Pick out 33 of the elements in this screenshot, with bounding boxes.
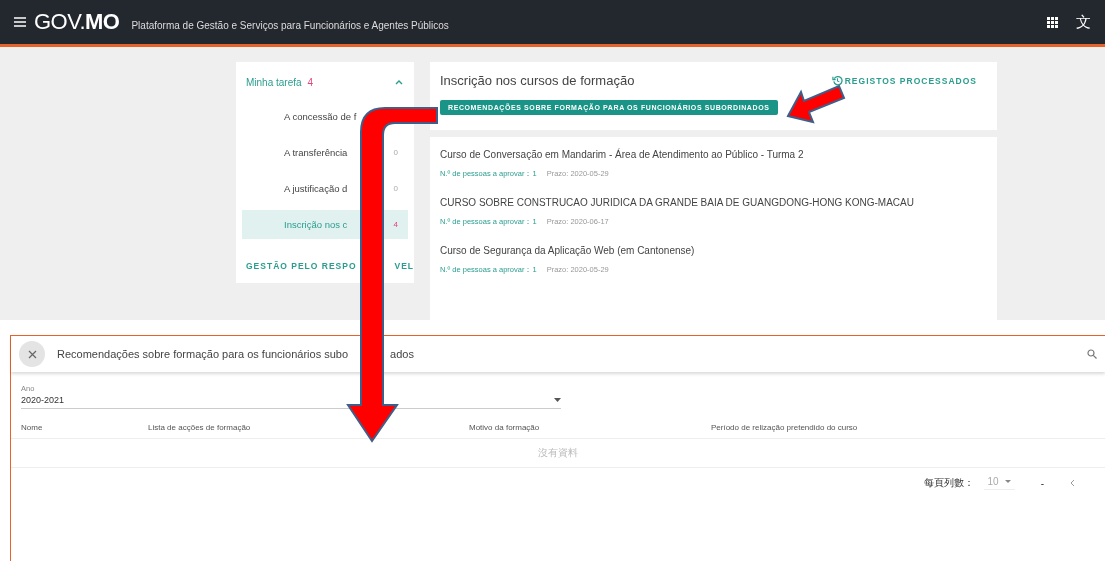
sidebar-item[interactable]: A concessão de f	[284, 111, 357, 122]
logo: GOV.MO	[34, 9, 120, 35]
language-button[interactable]: 文	[1076, 12, 1091, 32]
close-icon	[27, 349, 37, 359]
dropdown-caret-icon	[1004, 480, 1011, 483]
dialog-title: ados	[390, 348, 414, 360]
item-count: 0	[393, 184, 398, 193]
item-count: 4	[393, 220, 398, 229]
sidebar-title[interactable]: Minha tarefa	[246, 76, 302, 88]
site-subtitle: Plataforma de Gestão e Serviços para Funcionários e Agentes Públicos	[131, 19, 449, 31]
chevron-up-icon[interactable]	[395, 79, 403, 85]
column-header: Lista de acções de formação	[148, 423, 252, 434]
search-icon[interactable]	[1087, 349, 1097, 359]
sidebar-item[interactable]: A justificação d	[284, 183, 348, 194]
close-button[interactable]	[19, 341, 45, 367]
course-name[interactable]: Curso de Conversação em Mandarim - Área de Atendimento ao Público - Turma 2	[440, 149, 987, 160]
sidebar-item[interactable]: A transferência	[284, 147, 348, 158]
history-icon	[831, 75, 843, 86]
column-header: Período de relização pretendido do curso	[711, 423, 859, 434]
course-name[interactable]: Curso de Segurança da Aplicação Web (em Cantonense)	[440, 245, 987, 256]
column-header: Nome	[21, 423, 44, 434]
item-count: 0	[393, 148, 398, 157]
menu-icon[interactable]	[14, 17, 26, 27]
course-name[interactable]: CURSO SOBRE CONSTRUCAO JURIDICA DA GRANDE BAIA DE GUANGDONG-HONG KONG-MACAU	[440, 197, 987, 208]
task-count: 4	[307, 76, 314, 88]
page-title: Inscrição nos cursos de formação	[440, 73, 635, 88]
rows-per-page-label: 每頁列數：	[923, 476, 974, 490]
apps-grid-icon[interactable]	[1047, 16, 1058, 28]
dropdown-caret-icon	[554, 398, 561, 402]
dialog-title: Recomendações sobre formação para os funcionários subo	[57, 348, 349, 360]
page-range: -	[1040, 477, 1044, 489]
previous-page-icon[interactable]	[1070, 479, 1075, 487]
column-header: Motivo da formação	[469, 423, 541, 434]
